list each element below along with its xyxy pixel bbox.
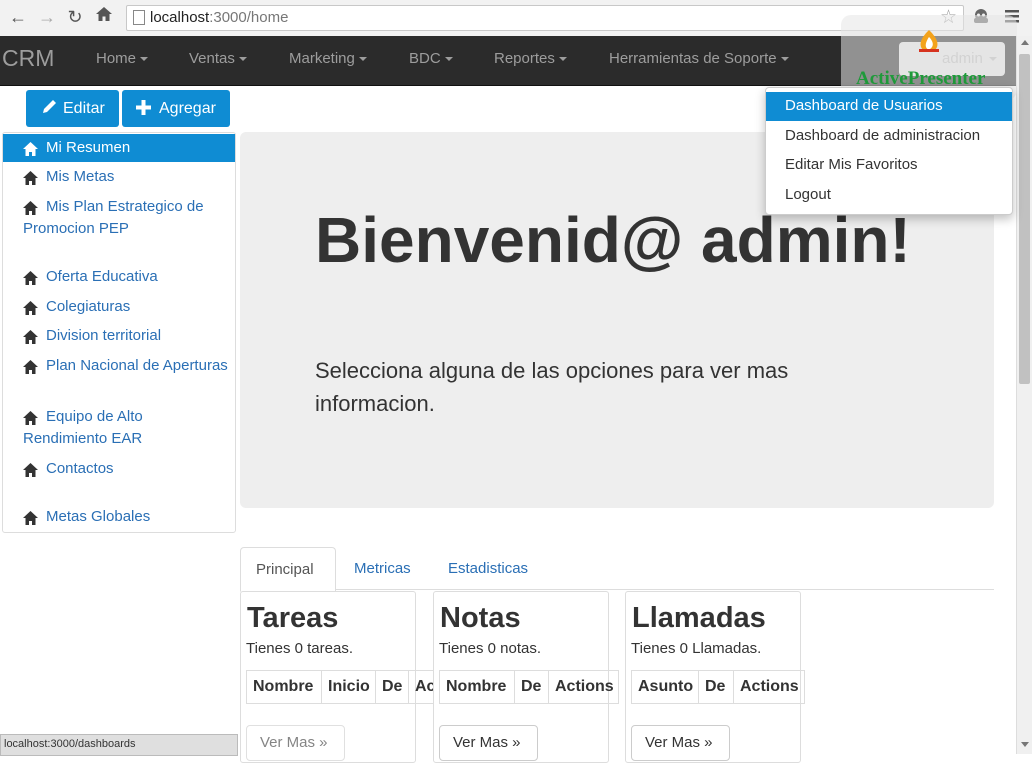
- sidebar-item-label: Mi Resumen: [46, 139, 131, 156]
- forward-arrow-icon[interactable]: →: [36, 6, 58, 28]
- caret-down-icon: [140, 57, 149, 62]
- plus-icon: [136, 100, 151, 120]
- ver-mas-button[interactable]: Ver Mas »: [246, 725, 345, 761]
- column-header[interactable]: Actions: [548, 671, 614, 703]
- url-path: :3000/home: [209, 9, 289, 26]
- pencil-icon: [41, 98, 58, 120]
- menu-item-editar-favoritos[interactable]: Editar Mis Favoritos: [766, 151, 1012, 180]
- sidebar-item-label: Equipo de Alto Rendimiento EAR: [23, 408, 143, 447]
- column-header[interactable]: Asunto: [632, 671, 693, 703]
- column-header[interactable]: Nombre: [440, 671, 506, 703]
- sidebar-nav: Mi Resumen Mis Metas Mis Plan Estrategic…: [2, 132, 236, 533]
- tab-estadisticas-label: Estadisticas: [448, 560, 529, 577]
- caret-down-icon: [444, 57, 453, 62]
- sidebar-item-label: Metas Globales: [46, 508, 151, 525]
- panel-subtitle: Tienes 0 Llamadas.: [631, 640, 762, 657]
- scroll-up-arrow-icon[interactable]: [1021, 40, 1029, 45]
- menu-item-dashboard-usuarios[interactable]: Dashboard de Usuarios: [766, 92, 1012, 121]
- column-header[interactable]: De: [698, 671, 725, 703]
- caret-down-icon: [358, 57, 367, 62]
- sidebar-item-label: Mis Plan Estrategico de Promocion PEP: [23, 198, 204, 237]
- menu-item-label: Dashboard de administracion: [785, 127, 981, 144]
- scroll-thumb[interactable]: [1019, 54, 1030, 384]
- column-header[interactable]: De: [375, 671, 402, 703]
- back-arrow-icon[interactable]: ←: [7, 6, 29, 28]
- menu-item-logout[interactable]: Logout: [766, 181, 1012, 210]
- url-text: localhost:3000/home: [150, 9, 288, 26]
- activepresenter-logo-icon: [917, 29, 941, 55]
- caret-down-icon: [238, 57, 247, 62]
- menu-item-dashboard-administracion[interactable]: Dashboard de administracion: [766, 122, 1012, 151]
- menu-item-label: Editar Mis Favoritos: [785, 156, 918, 173]
- ver-mas-button[interactable]: Ver Mas »: [631, 725, 730, 761]
- user-dropdown-menu: Dashboard de Usuarios Dashboard de admin…: [765, 87, 1013, 215]
- status-url: localhost:3000/dashboards: [4, 738, 136, 750]
- scroll-down-arrow-icon[interactable]: [1021, 742, 1029, 747]
- sidebar-item-label: Plan Nacional de Aperturas: [46, 357, 228, 374]
- welcome-subtitle: Selecciona alguna de las opciones para v…: [315, 358, 789, 416]
- nav-home-label: Home: [96, 50, 137, 67]
- panel-title: Notas: [440, 602, 521, 634]
- ver-mas-button[interactable]: Ver Mas »: [439, 725, 538, 761]
- page-scrollbar[interactable]: [1016, 36, 1032, 754]
- sidebar-item-label: Division territorial: [46, 327, 162, 344]
- nav-marketing-label: Marketing: [289, 50, 355, 67]
- nav-ventas[interactable]: Ventas: [189, 50, 247, 67]
- sidebar-item-label: Mis Metas: [46, 168, 115, 185]
- nav-reportes-label: Reportes: [494, 50, 555, 67]
- reload-icon[interactable]: ↻: [64, 6, 86, 28]
- address-bar[interactable]: localhost:3000/home ☆: [126, 5, 964, 31]
- nav-herramientas-label: Herramientas de Soporte: [609, 50, 777, 67]
- menu-item-label: Dashboard de Usuarios: [785, 97, 943, 114]
- panel-notas: Notas Tienes 0 notas. Nombre De Actions …: [433, 591, 619, 763]
- home-icon[interactable]: [93, 5, 115, 27]
- tab-metricas-label: Metricas: [354, 560, 411, 577]
- page-icon: [133, 10, 145, 25]
- nav-bdc-label: BDC: [409, 50, 441, 67]
- nav-home[interactable]: Home: [96, 50, 149, 67]
- column-header[interactable]: Inicio: [321, 671, 370, 703]
- browser-status-bar: localhost:3000/dashboards: [0, 734, 238, 756]
- tab-metricas[interactable]: Metricas: [354, 547, 424, 589]
- nav-bdc[interactable]: BDC: [409, 50, 453, 67]
- nav-marketing[interactable]: Marketing: [289, 50, 367, 67]
- sidebar-item-label: Contactos: [46, 460, 114, 477]
- panel-tareas: Tareas Tienes 0 tareas. Nombre Inicio De…: [240, 591, 480, 763]
- edit-button[interactable]: Editar: [26, 90, 119, 127]
- column-header[interactable]: Nombre: [247, 671, 313, 703]
- panel-subtitle: Tienes 0 notas.: [439, 640, 542, 657]
- panel-title: Llamadas: [632, 602, 766, 634]
- nav-reportes[interactable]: Reportes: [494, 50, 567, 67]
- add-button[interactable]: Agregar: [122, 90, 230, 127]
- brand-logo[interactable]: CRM: [2, 45, 54, 72]
- caret-down-icon: [558, 57, 567, 62]
- tab-estadisticas[interactable]: Estadisticas: [448, 547, 538, 589]
- menu-item-label: Logout: [785, 186, 831, 203]
- sidebar-item-label: Colegiaturas: [46, 298, 131, 315]
- column-header[interactable]: Actions: [733, 671, 799, 703]
- column-header[interactable]: De: [514, 671, 541, 703]
- panel-llamadas: Llamadas Tienes 0 Llamadas. Asunto De Ac…: [625, 591, 805, 763]
- tabs-divider: [240, 589, 994, 590]
- nav-ventas-label: Ventas: [189, 50, 235, 67]
- nav-herramientas[interactable]: Herramientas de Soporte: [609, 50, 789, 67]
- caret-down-icon: [780, 57, 789, 62]
- ver-mas-label: Ver Mas »: [645, 734, 713, 751]
- ver-mas-label: Ver Mas »: [260, 734, 328, 751]
- tab-principal-label: Principal: [256, 561, 314, 578]
- sidebar-item-label: Oferta Educativa: [46, 268, 158, 285]
- edit-button-label: Editar: [63, 100, 105, 117]
- panel-subtitle: Tienes 0 tareas.: [246, 640, 353, 657]
- ver-mas-label: Ver Mas »: [453, 734, 521, 751]
- panel-title: Tareas: [247, 602, 339, 634]
- tab-principal[interactable]: Principal: [240, 547, 336, 592]
- table-header: Asunto De Actions: [631, 670, 805, 704]
- add-button-label: Agregar: [159, 100, 216, 117]
- table-header: Nombre De Actions: [439, 670, 619, 704]
- url-host: localhost: [150, 9, 210, 26]
